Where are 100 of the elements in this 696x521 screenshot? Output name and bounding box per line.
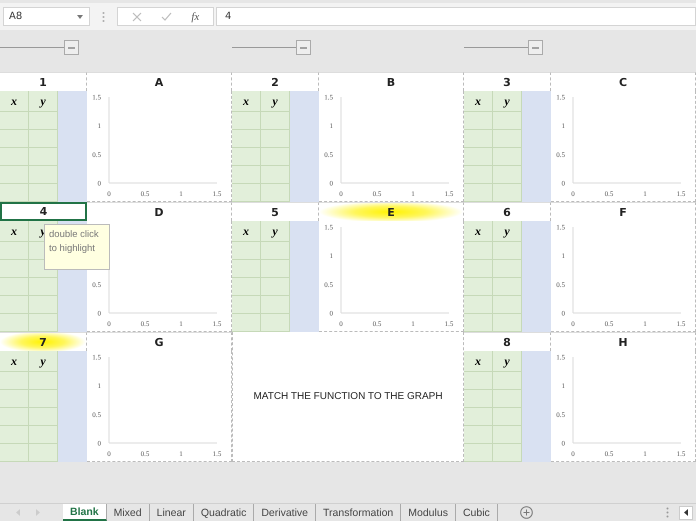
table-cell[interactable]	[0, 426, 29, 444]
table-cell[interactable]	[464, 372, 493, 390]
table-header: x	[0, 91, 29, 112]
table-cell[interactable]	[29, 166, 58, 184]
table-cell[interactable]	[0, 148, 29, 166]
table-cell[interactable]	[261, 148, 290, 166]
grip-icon	[102, 10, 105, 22]
slider[interactable]	[0, 39, 80, 56]
sheet-tab[interactable]: Derivative	[254, 504, 316, 521]
table-cell[interactable]	[261, 242, 290, 260]
table-cell[interactable]	[261, 260, 290, 278]
table-cell[interactable]	[0, 112, 29, 130]
table-cell[interactable]	[464, 444, 493, 462]
table-cell[interactable]	[0, 390, 29, 408]
table-cell[interactable]	[464, 166, 493, 184]
table-cell[interactable]	[0, 372, 29, 390]
graph-letter: A	[87, 72, 232, 91]
table-cell[interactable]	[464, 130, 493, 148]
table-cell[interactable]	[232, 130, 261, 148]
formula-field[interactable]: 4	[216, 7, 696, 26]
table-cell[interactable]	[29, 148, 58, 166]
sheet-tab[interactable]: Modulus	[401, 504, 456, 521]
table-cell[interactable]	[493, 130, 522, 148]
table-cell[interactable]	[464, 296, 493, 314]
table-cell[interactable]	[0, 260, 29, 278]
table-cell[interactable]	[232, 278, 261, 296]
scroll-left-icon[interactable]	[16, 509, 21, 516]
table-cell[interactable]	[464, 408, 493, 426]
slider-thumb[interactable]	[64, 40, 79, 55]
table-cell[interactable]	[493, 242, 522, 260]
table-cell[interactable]	[232, 296, 261, 314]
table-cell[interactable]	[0, 408, 29, 426]
table-cell[interactable]	[29, 408, 58, 426]
table-header: x	[464, 221, 493, 242]
add-sheet-icon[interactable]	[520, 506, 533, 519]
table-cell[interactable]	[261, 278, 290, 296]
table-cell[interactable]	[493, 278, 522, 296]
table-cell[interactable]	[493, 166, 522, 184]
table-cell[interactable]	[464, 260, 493, 278]
more-icon[interactable]	[666, 507, 669, 518]
cancel-icon[interactable]	[132, 12, 142, 22]
table-cell[interactable]	[0, 130, 29, 148]
scroll-button[interactable]	[679, 506, 693, 520]
table-cell[interactable]	[29, 444, 58, 462]
table-cell[interactable]	[29, 372, 58, 390]
sheet-tab[interactable]: Blank	[63, 504, 107, 521]
table-cell[interactable]	[261, 112, 290, 130]
sheet-tab[interactable]: Linear	[150, 504, 194, 521]
table-cell[interactable]	[261, 166, 290, 184]
table-cell[interactable]	[0, 444, 29, 462]
table-cell[interactable]	[29, 390, 58, 408]
graph-letter: C	[551, 72, 696, 91]
table-cell[interactable]	[493, 426, 522, 444]
table-cell[interactable]	[493, 296, 522, 314]
table-cell[interactable]	[464, 426, 493, 444]
table-cell[interactable]	[29, 278, 58, 296]
table-cell[interactable]	[232, 242, 261, 260]
table-cell[interactable]	[464, 390, 493, 408]
table-number: 8	[464, 332, 551, 351]
table-cell[interactable]	[232, 260, 261, 278]
table-header: x	[464, 351, 493, 372]
slider-thumb[interactable]	[296, 40, 311, 55]
insert-function-button[interactable]: fx	[191, 10, 200, 22]
table-cell[interactable]	[29, 426, 58, 444]
name-box[interactable]: A8	[3, 7, 90, 26]
table-cell[interactable]	[493, 372, 522, 390]
slider-thumb[interactable]	[528, 40, 543, 55]
table-cell[interactable]	[232, 112, 261, 130]
table-cell[interactable]	[493, 112, 522, 130]
table-cell[interactable]	[493, 148, 522, 166]
sheet-tab[interactable]: Quadratic	[194, 504, 254, 521]
table-cell[interactable]	[29, 112, 58, 130]
table-cell[interactable]	[0, 296, 29, 314]
slider[interactable]	[232, 39, 312, 56]
table-cell[interactable]	[232, 148, 261, 166]
scroll-right-icon[interactable]	[35, 509, 40, 516]
table-cell[interactable]	[493, 444, 522, 462]
table-cell[interactable]	[261, 130, 290, 148]
table-cell[interactable]	[493, 408, 522, 426]
table-cell[interactable]	[464, 148, 493, 166]
table-cell[interactable]	[0, 278, 29, 296]
table-cell[interactable]	[493, 260, 522, 278]
table-cell[interactable]	[0, 166, 29, 184]
table-cell[interactable]	[232, 166, 261, 184]
check-icon[interactable]	[161, 12, 172, 21]
table-cell[interactable]	[29, 296, 58, 314]
table-number: 5	[232, 202, 319, 221]
caret-icon[interactable]	[77, 14, 83, 18]
table-cell[interactable]	[464, 112, 493, 130]
table-cell[interactable]	[0, 242, 29, 260]
sheet-tab[interactable]: Mixed	[106, 504, 150, 521]
table-cell[interactable]	[261, 296, 290, 314]
minus-icon	[300, 46, 307, 48]
table-cell[interactable]	[464, 278, 493, 296]
sheet-tab[interactable]: Cubic	[456, 504, 498, 521]
sheet-tab[interactable]: Transformation	[316, 504, 402, 521]
slider[interactable]	[464, 39, 544, 56]
table-cell[interactable]	[29, 130, 58, 148]
table-cell[interactable]	[464, 242, 493, 260]
table-cell[interactable]	[493, 390, 522, 408]
